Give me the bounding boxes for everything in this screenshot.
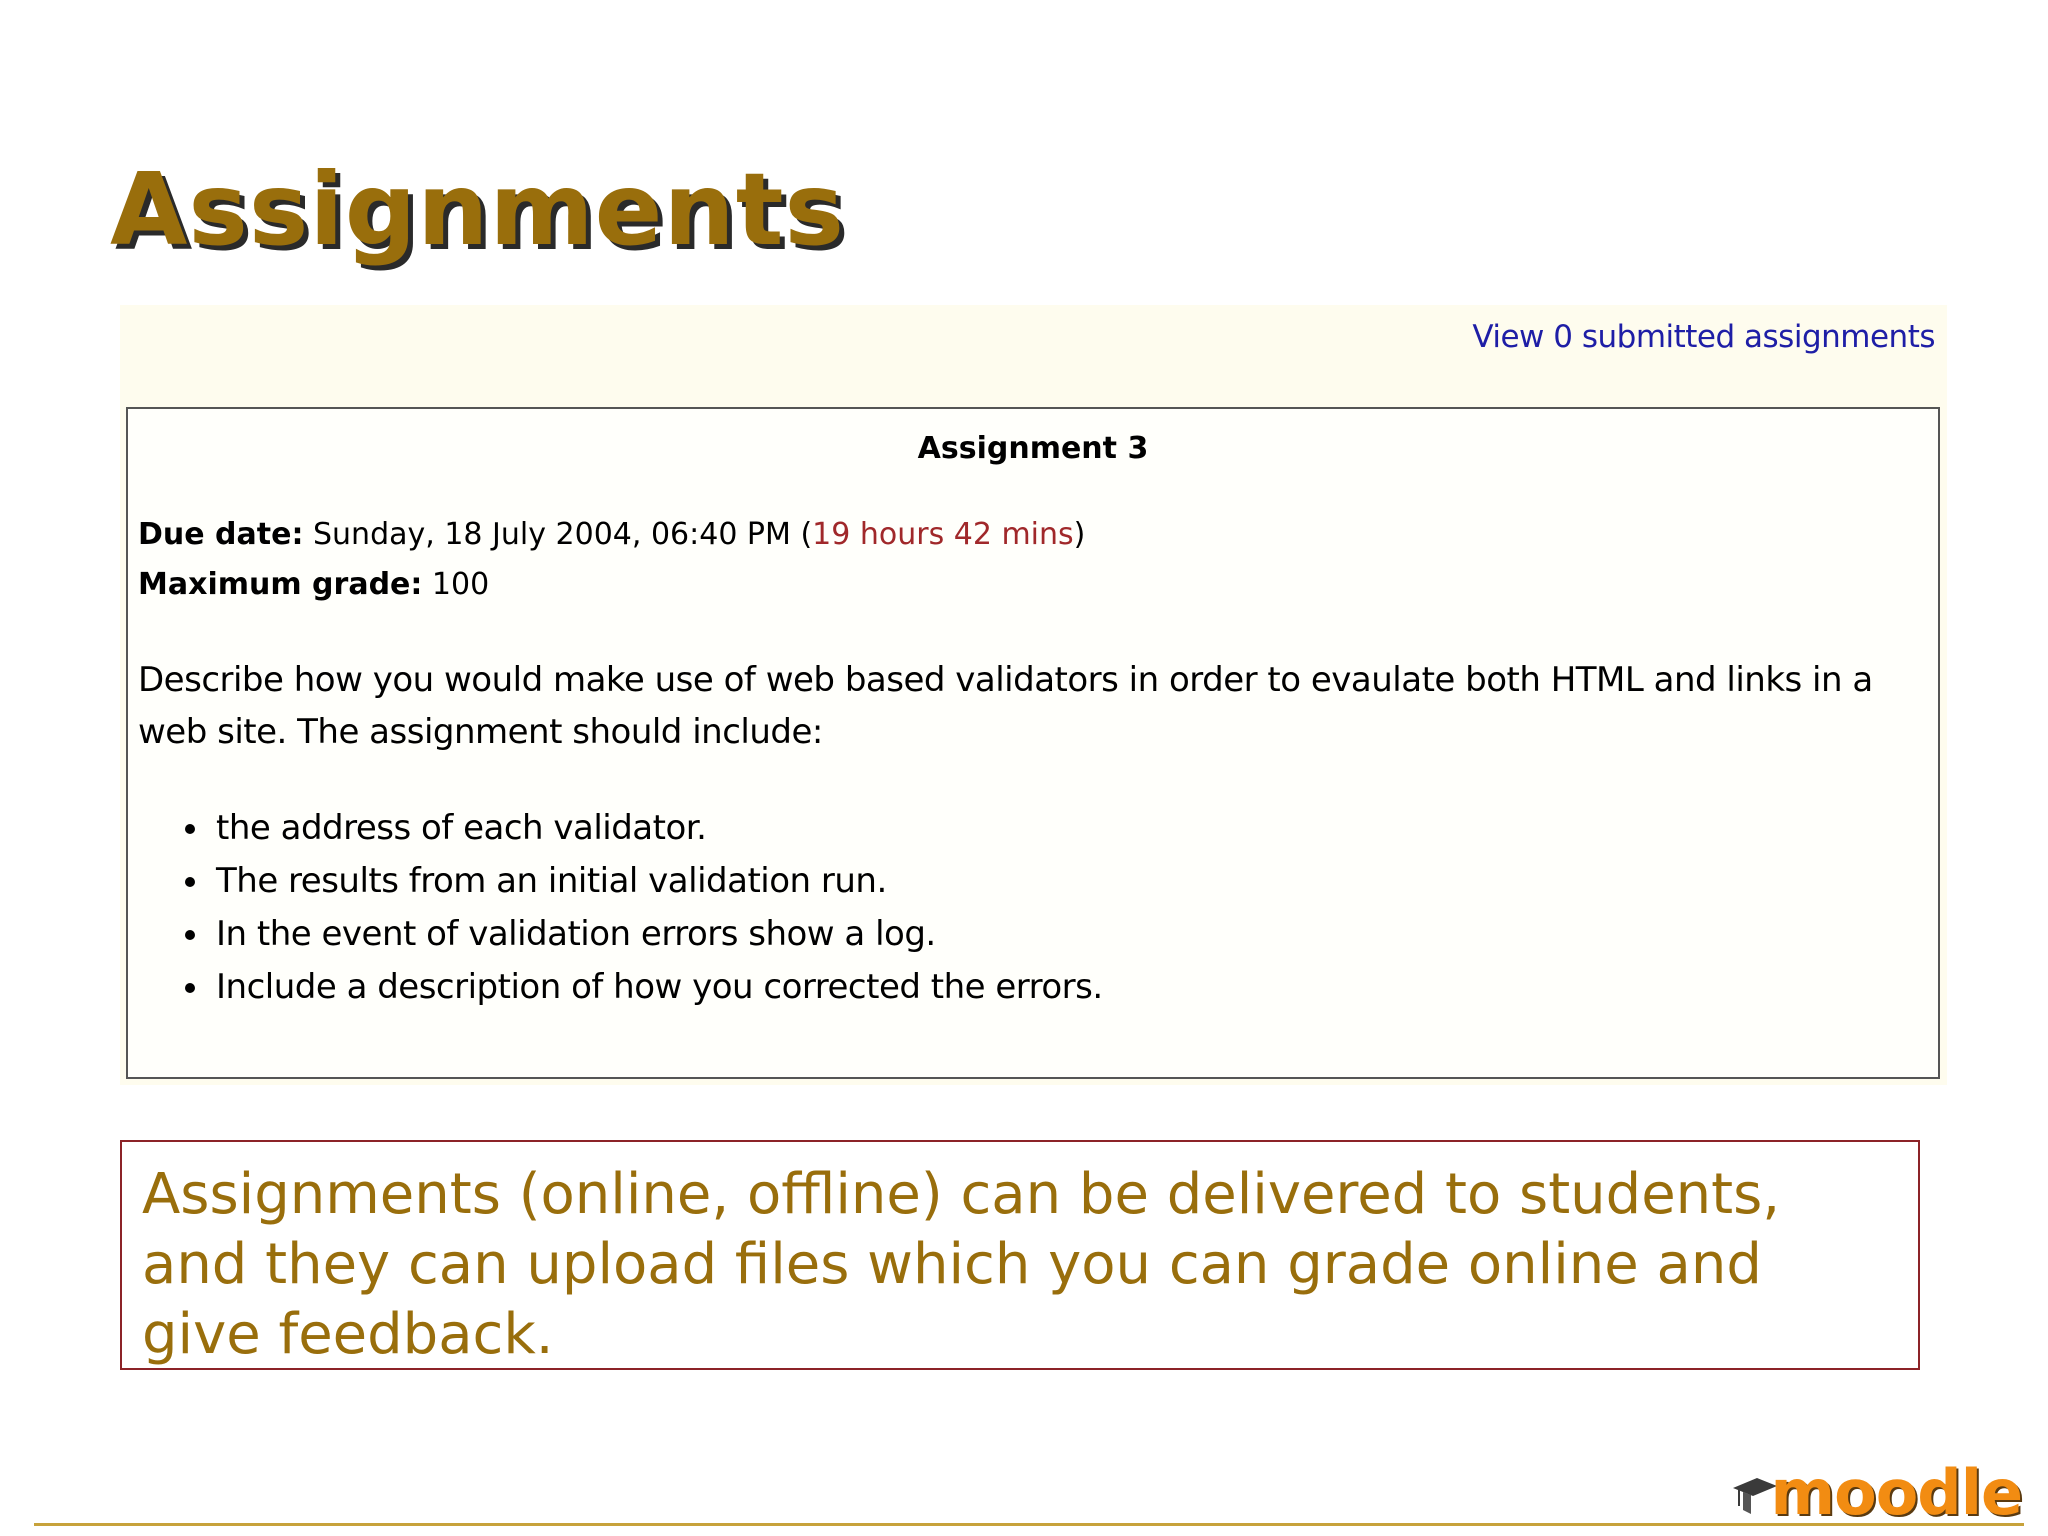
view-submitted-assignments-link[interactable]: View 0 submitted assignments bbox=[1472, 319, 1935, 355]
moodle-logo: moodle bbox=[1731, 1456, 2023, 1529]
due-date-value: Sunday, 18 July 2004, 06:40 PM ( bbox=[303, 517, 813, 552]
due-date-row: Due date: Sunday, 18 July 2004, 06:40 PM… bbox=[138, 510, 1928, 560]
moodle-logo-text: moodle bbox=[1770, 1456, 2023, 1529]
list-item: In the event of validation errors show a… bbox=[212, 908, 1928, 961]
maximum-grade-row: Maximum grade: 100 bbox=[138, 560, 1928, 610]
due-date-close: ) bbox=[1073, 517, 1086, 552]
caption-box: Assignments (online, offline) can be del… bbox=[120, 1140, 1920, 1370]
requirements-list: the address of each validator. The resul… bbox=[138, 802, 1928, 1014]
list-item: Include a description of how you correct… bbox=[212, 961, 1928, 1014]
maximum-grade-value: 100 bbox=[422, 567, 490, 602]
time-remaining: 19 hours 42 mins bbox=[812, 517, 1074, 552]
list-item: the address of each validator. bbox=[212, 802, 1928, 855]
assignment-description: Describe how you would make use of web b… bbox=[138, 660, 1873, 752]
due-date-label: Due date: bbox=[138, 517, 304, 552]
list-item: The results from an initial validation r… bbox=[212, 855, 1928, 908]
slide-title: Assignments bbox=[110, 151, 846, 268]
moodle-assignment-screenshot: View 0 submitted assignments Assignment … bbox=[120, 305, 1947, 1085]
assignment-title: Assignment 3 bbox=[917, 431, 1149, 466]
footer-divider bbox=[34, 1523, 2024, 1526]
maximum-grade-label: Maximum grade: bbox=[138, 567, 423, 602]
assignment-box: Assignment 3 Due date: Sunday, 18 July 2… bbox=[126, 407, 1940, 1079]
